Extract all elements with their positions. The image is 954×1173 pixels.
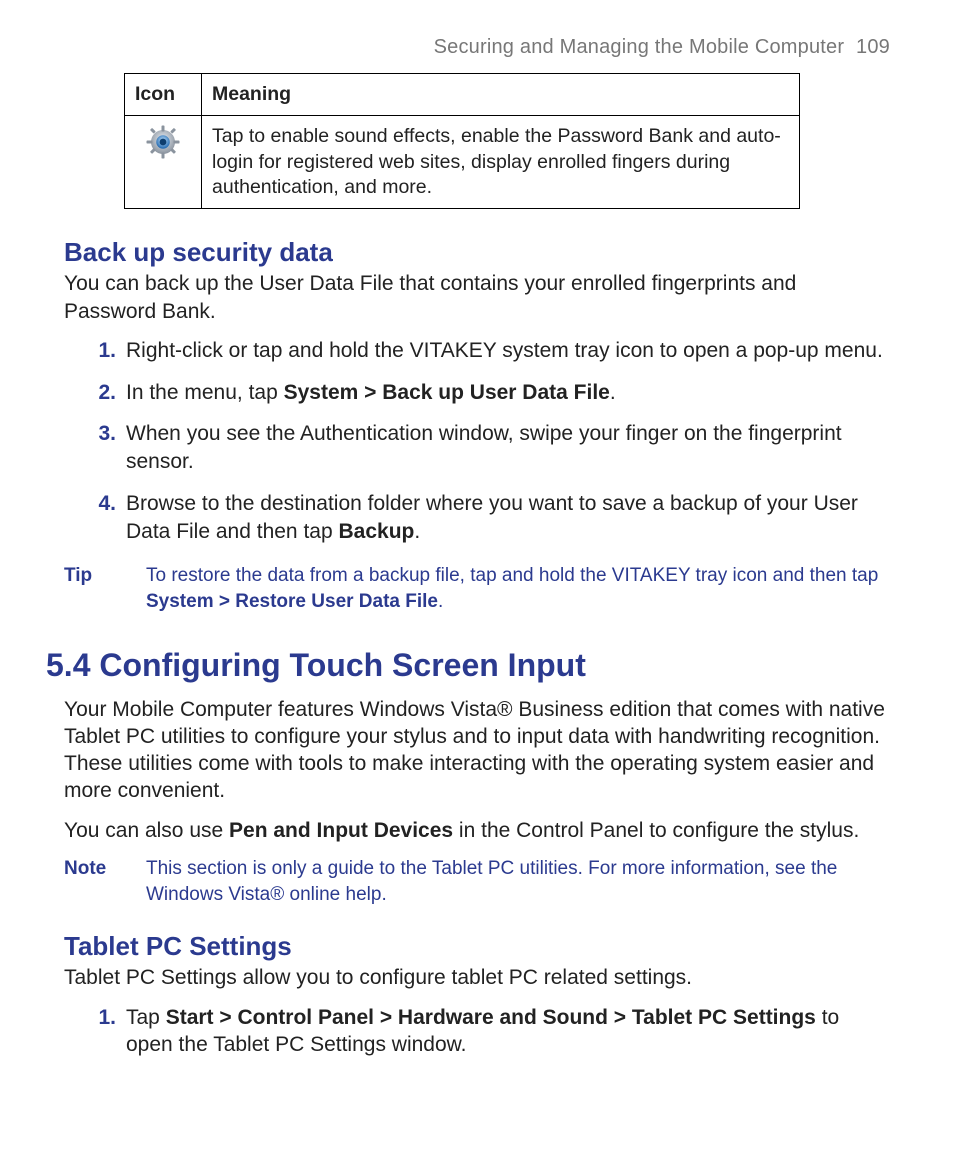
col-header-meaning: Meaning bbox=[202, 74, 800, 116]
table-row: Tap to enable sound effects, enable the … bbox=[125, 116, 800, 209]
step-number: 3. bbox=[84, 420, 116, 448]
meaning-cell: Tap to enable sound effects, enable the … bbox=[202, 116, 800, 209]
note-label: Note bbox=[64, 856, 122, 907]
icon-cell bbox=[125, 116, 202, 209]
tip-callout: Tip To restore the data from a backup fi… bbox=[64, 563, 890, 614]
step-number: 2. bbox=[84, 379, 116, 407]
note-text: This section is only a guide to the Tabl… bbox=[146, 856, 890, 907]
list-item: 3. When you see the Authentication windo… bbox=[64, 420, 890, 475]
subheading-backup: Back up security data bbox=[64, 237, 890, 268]
backup-steps: 1. Right-click or tap and hold the VITAK… bbox=[64, 337, 890, 545]
list-item: 1. Right-click or tap and hold the VITAK… bbox=[64, 337, 890, 365]
tip-text: To restore the data from a backup file, … bbox=[146, 563, 890, 614]
list-item: 4. Browse to the destination folder wher… bbox=[64, 490, 890, 545]
col-header-icon: Icon bbox=[125, 74, 202, 116]
document-page: Securing and Managing the Mobile Compute… bbox=[0, 0, 954, 1173]
chapter-title: Securing and Managing the Mobile Compute… bbox=[434, 36, 845, 58]
running-header: Securing and Managing the Mobile Compute… bbox=[64, 36, 890, 59]
backup-intro: You can back up the User Data File that … bbox=[64, 270, 890, 325]
list-item: 2. In the menu, tap System > Back up Use… bbox=[64, 379, 890, 407]
icon-meaning-table: Icon Meaning bbox=[124, 73, 800, 209]
page-number: 109 bbox=[856, 36, 890, 58]
subheading-tablet: Tablet PC Settings bbox=[64, 931, 890, 962]
tip-label: Tip bbox=[64, 563, 122, 614]
section-para1: Your Mobile Computer features Windows Vi… bbox=[64, 696, 890, 805]
step-text: Right-click or tap and hold the VITAKEY … bbox=[126, 339, 883, 362]
section-para2: You can also use Pen and Input Devices i… bbox=[64, 817, 890, 844]
step-number: 1. bbox=[84, 337, 116, 365]
list-item: 1. Tap Start > Control Panel > Hardware … bbox=[64, 1004, 890, 1059]
step-text: In the menu, tap System > Back up User D… bbox=[126, 381, 616, 404]
step-text: Tap Start > Control Panel > Hardware and… bbox=[126, 1006, 839, 1057]
step-number: 4. bbox=[84, 490, 116, 518]
table-header-row: Icon Meaning bbox=[125, 74, 800, 116]
note-callout: Note This section is only a guide to the… bbox=[64, 856, 890, 907]
settings-gear-icon bbox=[145, 124, 181, 167]
tablet-steps: 1. Tap Start > Control Panel > Hardware … bbox=[64, 1004, 890, 1059]
step-text: Browse to the destination folder where y… bbox=[126, 492, 858, 543]
step-text: When you see the Authentication window, … bbox=[126, 422, 842, 473]
step-number: 1. bbox=[84, 1004, 116, 1032]
section-heading: 5.4 Configuring Touch Screen Input bbox=[46, 647, 890, 684]
tablet-intro: Tablet PC Settings allow you to configur… bbox=[64, 964, 890, 991]
